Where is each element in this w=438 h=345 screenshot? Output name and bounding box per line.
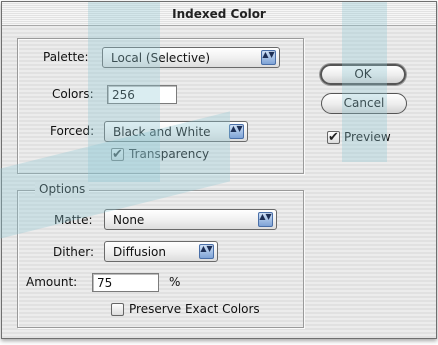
forced-popup[interactable]: Black and White ▲▼ <box>104 121 248 142</box>
transparency-label[interactable]: Transparency <box>129 147 209 161</box>
title-bar[interactable]: Indexed Color <box>2 2 436 26</box>
preserve-exact-colors-checkbox[interactable] <box>111 303 124 316</box>
popup-arrows-icon: ▲▼ <box>199 244 214 259</box>
transparency-checkbox[interactable]: ✔ <box>111 148 124 161</box>
palette-group: Palette: Local (Selective) ▲▼ Colors: Fo… <box>17 38 304 174</box>
preserve-exact-colors-label[interactable]: Preserve Exact Colors <box>129 302 260 316</box>
amount-field[interactable] <box>92 273 159 292</box>
matte-popup[interactable]: None ▲▼ <box>104 209 277 230</box>
colors-label: Colors: <box>52 87 94 101</box>
options-group-title: Options <box>35 182 90 196</box>
indexed-color-dialog: Indexed Color Palette: Local (Selective)… <box>1 1 437 339</box>
popup-arrows-icon: ▲▼ <box>258 212 273 227</box>
matte-label: Matte: <box>54 213 93 227</box>
preview-label[interactable]: Preview <box>344 130 391 144</box>
options-group: Options Matte: None ▲▼ Dither: Diffusion… <box>17 182 304 328</box>
ok-button[interactable]: OK <box>320 64 406 85</box>
colors-field[interactable] <box>107 85 177 104</box>
preview-checkbox[interactable]: ✔ <box>327 131 340 144</box>
cancel-button[interactable]: Cancel <box>321 93 407 114</box>
palette-value: Local (Selective) <box>111 51 211 65</box>
amount-unit: % <box>169 275 181 289</box>
palette-popup[interactable]: Local (Selective) ▲▼ <box>102 47 280 68</box>
dialog-title: Indexed Color <box>172 7 266 21</box>
matte-value: None <box>113 213 145 227</box>
popup-arrows-icon: ▲▼ <box>261 50 276 65</box>
forced-value: Black and White <box>113 125 211 139</box>
forced-label: Forced: <box>50 124 95 138</box>
dither-label: Dither: <box>53 245 95 259</box>
dither-popup[interactable]: Diffusion ▲▼ <box>104 241 218 262</box>
dither-value: Diffusion <box>113 245 166 259</box>
amount-label: Amount: <box>26 275 78 289</box>
palette-label: Palette: <box>43 50 89 64</box>
popup-arrows-icon: ▲▼ <box>229 124 244 139</box>
